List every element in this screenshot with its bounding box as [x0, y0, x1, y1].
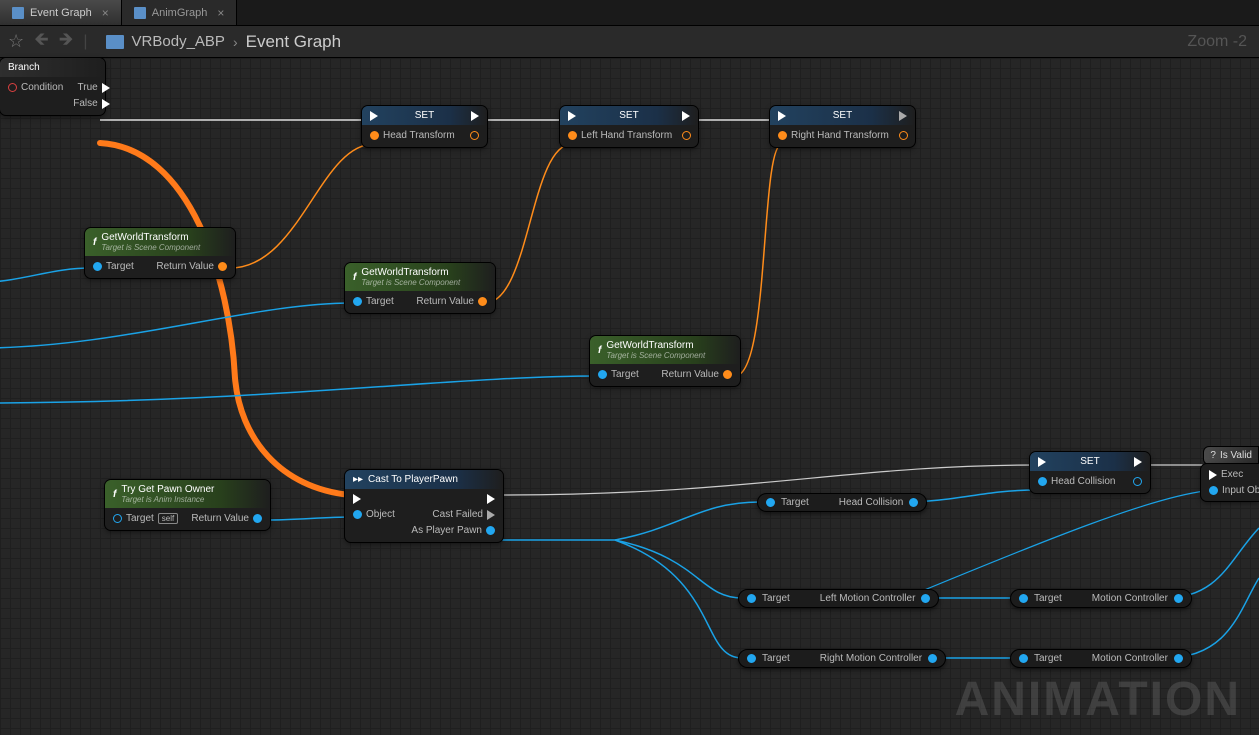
node-title: SET [362, 106, 487, 125]
nav-forward-icon[interactable]: 🡺 [59, 27, 74, 57]
node-set-righthand[interactable]: SET Right Hand Transform [770, 106, 915, 147]
exec-in-icon[interactable] [568, 111, 576, 121]
pin-var-in[interactable]: Right Hand Transform [778, 130, 889, 141]
tab-bar: Event Graph × AnimGraph × [0, 0, 1259, 26]
watermark: ANIMATION [955, 672, 1241, 727]
pin-target[interactable]: Target [353, 296, 394, 307]
pin-var-in[interactable]: Head Transform [370, 130, 455, 141]
exec-out-icon[interactable] [682, 111, 690, 121]
node-cast-playerpawn[interactable]: ▸▸Cast To PlayerPawn Object Cast Failed … [345, 470, 503, 542]
pin-target[interactable]: Target [93, 261, 134, 272]
node-title: f GetWorldTransformTarget is Scene Compo… [345, 263, 495, 291]
blueprint-icon [106, 35, 124, 49]
pin-var-in[interactable]: Left Hand Transform [568, 130, 672, 141]
node-isvalid[interactable]: Exec Input Ob [1201, 464, 1259, 501]
graph-icon [134, 7, 146, 19]
exec-in-icon[interactable] [778, 111, 786, 121]
pin-object[interactable]: Object [353, 509, 395, 520]
node-title: f Try Get Pawn OwnerTarget is Anim Insta… [105, 480, 270, 508]
pin-exec[interactable]: Exec [1209, 469, 1259, 480]
pin-out[interactable] [921, 594, 930, 603]
pin-condition[interactable]: Condition [8, 82, 63, 93]
node-getworldtransform-3[interactable]: f GetWorldTransformTarget is Scene Compo… [590, 336, 740, 386]
exec-in-icon[interactable] [1038, 457, 1046, 467]
node-var-motionctrl-2[interactable]: Target Motion Controller [1010, 649, 1192, 668]
exec-in-icon[interactable] [370, 111, 378, 121]
close-icon[interactable]: × [217, 6, 224, 20]
exec-out-icon[interactable] [899, 111, 907, 121]
pin-true[interactable]: True [73, 82, 109, 93]
node-isvalid-header[interactable]: ?Is Valid [1203, 446, 1259, 465]
pin-target[interactable] [1019, 654, 1028, 663]
node-title: f GetWorldTransformTarget is Scene Compo… [85, 228, 235, 256]
pin-out[interactable] [909, 498, 918, 507]
chevron-right-icon: › [233, 34, 238, 50]
node-set-lefthand[interactable]: SET Left Hand Transform [560, 106, 698, 147]
pin-exec-out[interactable] [411, 494, 495, 504]
breadcrumb: VRBody_ABP › Event Graph [106, 32, 342, 52]
pin-var-out[interactable] [682, 130, 691, 141]
pin-false[interactable]: False [73, 98, 109, 109]
close-icon[interactable]: × [102, 6, 109, 20]
node-getworldtransform-2[interactable]: f GetWorldTransformTarget is Scene Compo… [345, 263, 495, 313]
node-title: SET [1030, 452, 1150, 471]
node-var-motionctrl-1[interactable]: Target Motion Controller [1010, 589, 1192, 608]
toolbar: ☆ 🡸 🡺 | VRBody_ABP › Event Graph Zoom -2 [0, 26, 1259, 58]
favorite-icon[interactable]: ☆ [8, 31, 24, 52]
pin-cast-failed[interactable]: Cast Failed [411, 509, 495, 520]
breadcrumb-root[interactable]: VRBody_ABP [132, 33, 225, 50]
pin-return[interactable]: Return Value [156, 261, 227, 272]
node-trygetpawnowner[interactable]: f Try Get Pawn OwnerTarget is Anim Insta… [105, 480, 270, 530]
wires [0, 58, 1259, 735]
node-title: f GetWorldTransformTarget is Scene Compo… [590, 336, 740, 364]
pin-as-playerpawn[interactable]: As Player Pawn [411, 525, 495, 536]
zoom-label: Zoom -2 [1187, 33, 1247, 51]
pin-target[interactable]: Target [598, 369, 639, 380]
node-title: Branch [0, 58, 105, 77]
pin-exec-in[interactable] [353, 494, 395, 504]
nav-back-icon[interactable]: 🡸 [34, 27, 49, 57]
node-var-rightmotion[interactable]: Target Right Motion Controller [738, 649, 946, 668]
pin-out[interactable] [928, 654, 937, 663]
pin-target[interactable] [766, 498, 775, 507]
pin-out[interactable] [1174, 654, 1183, 663]
breadcrumb-current: Event Graph [246, 32, 341, 52]
pin-var-out[interactable] [899, 130, 908, 141]
pin-return[interactable]: Return Value [191, 513, 262, 524]
exec-out-icon[interactable] [471, 111, 479, 121]
pin-target[interactable] [747, 594, 756, 603]
node-title: SET [770, 106, 915, 125]
node-title: ▸▸Cast To PlayerPawn [345, 470, 503, 489]
node-set-headcollision[interactable]: SET Head Collision [1030, 452, 1150, 493]
tab-animgraph[interactable]: AnimGraph × [122, 0, 238, 25]
pin-return[interactable]: Return Value [661, 369, 732, 380]
tab-label: AnimGraph [152, 7, 208, 19]
graph-canvas[interactable]: Branch Condition True False SET Head Tra… [0, 58, 1259, 735]
pin-target[interactable] [747, 654, 756, 663]
graph-icon [12, 7, 24, 19]
pin-target[interactable] [1019, 594, 1028, 603]
node-var-leftmotion[interactable]: Target Left Motion Controller [738, 589, 939, 608]
tab-label: Event Graph [30, 7, 92, 19]
node-set-head[interactable]: SET Head Transform [362, 106, 487, 147]
node-var-headcollision[interactable]: Target Head Collision [757, 493, 927, 512]
exec-out-icon[interactable] [1134, 457, 1142, 467]
pin-var-out[interactable] [1133, 476, 1142, 487]
pin-var-out[interactable] [470, 130, 479, 141]
pin-return[interactable]: Return Value [416, 296, 487, 307]
node-getworldtransform-1[interactable]: f GetWorldTransformTarget is Scene Compo… [85, 228, 235, 278]
node-title: SET [560, 106, 698, 125]
node-branch[interactable]: Branch Condition True False [0, 58, 105, 115]
pin-input-object[interactable]: Input Ob [1209, 485, 1259, 496]
pin-var-in[interactable]: Head Collision [1038, 476, 1115, 487]
pin-target[interactable]: Target self [113, 513, 178, 524]
pin-out[interactable] [1174, 594, 1183, 603]
tab-event-graph[interactable]: Event Graph × [0, 0, 122, 25]
